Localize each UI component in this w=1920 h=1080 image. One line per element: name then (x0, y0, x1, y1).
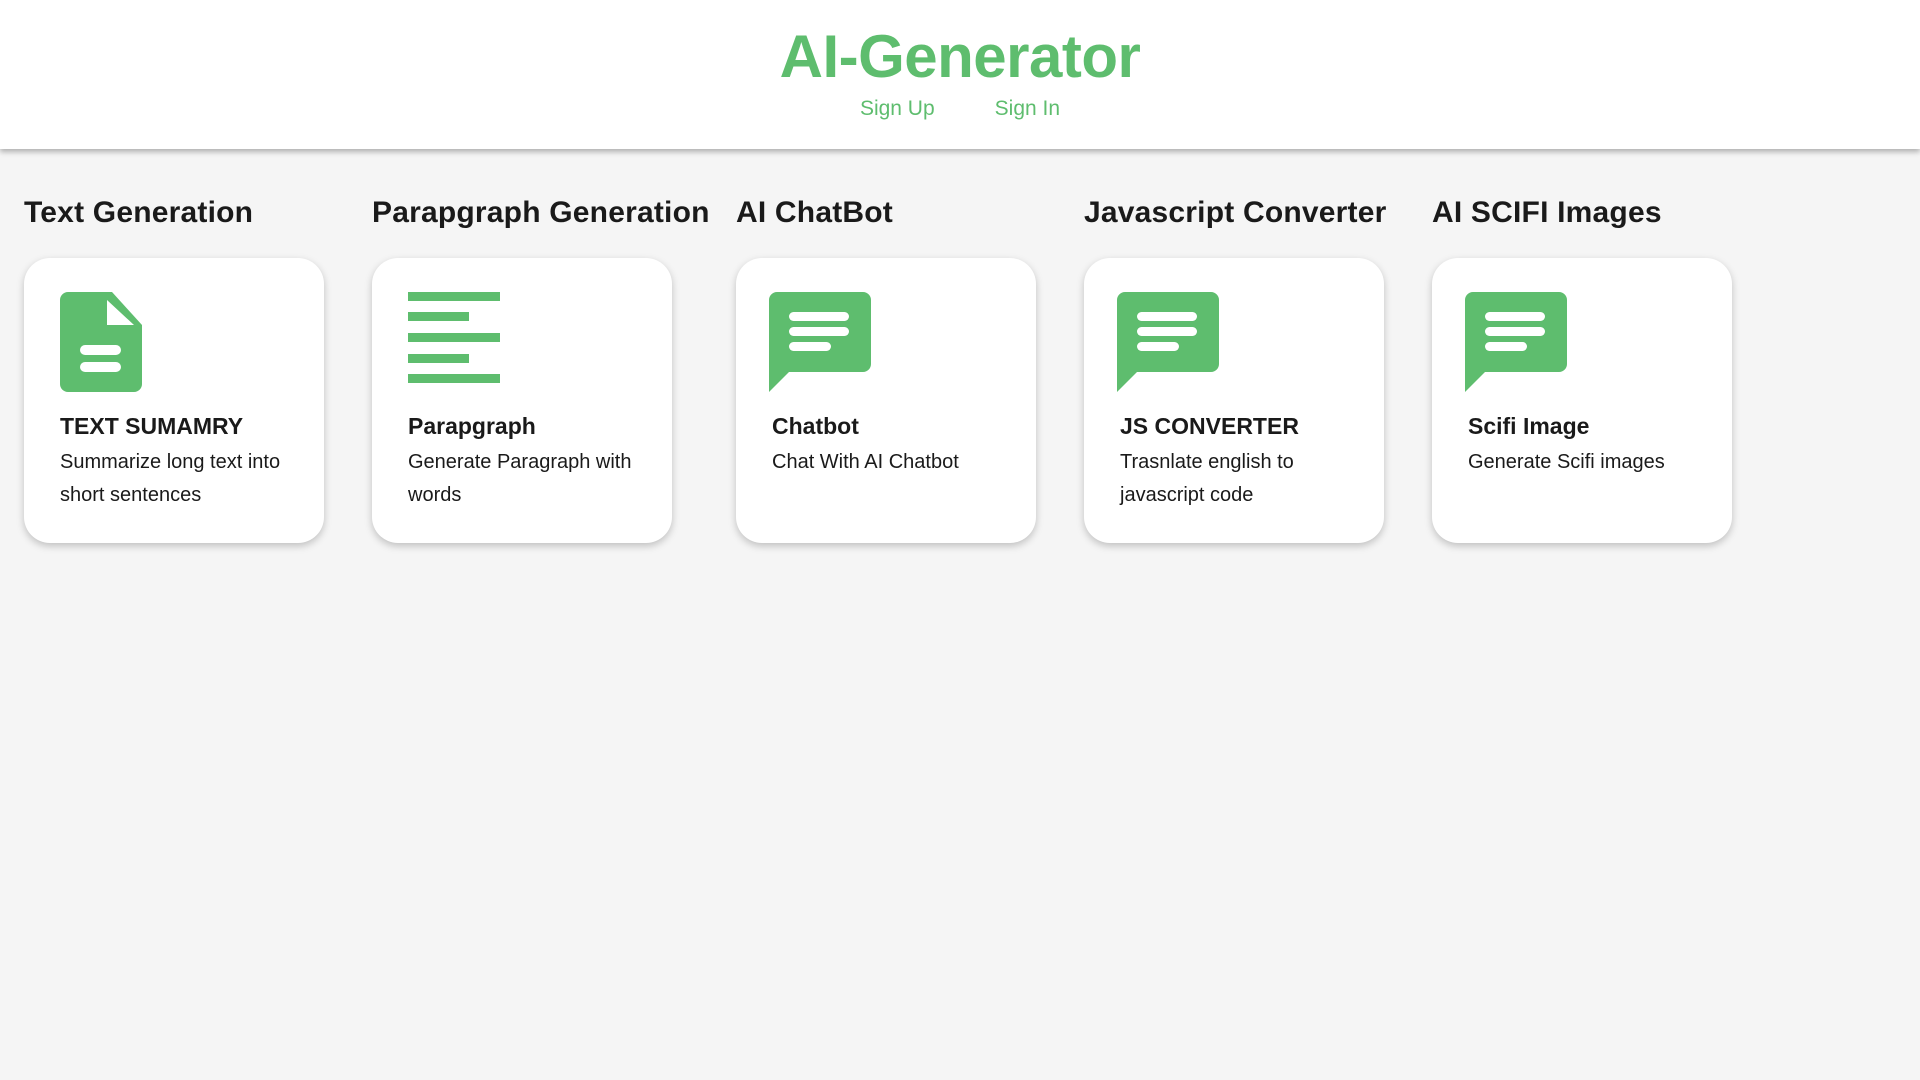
header-nav: Sign Up Sign In (0, 97, 1920, 121)
sign-in-link[interactable]: Sign In (995, 97, 1060, 121)
card-paragraph[interactable]: Parapgraph Generate Paragraph with words (372, 258, 672, 543)
card-title: JS CONVERTER (1120, 413, 1299, 439)
card-description: Generate Paragraph with words (408, 451, 632, 506)
section-heading: AI ChatBot (736, 196, 893, 229)
sign-up-link[interactable]: Sign Up (860, 97, 935, 121)
chat-bubble-icon (1465, 292, 1567, 397)
card-description: Trasnlate english to javascript code (1120, 451, 1294, 506)
section-ai-chatbot: AI ChatBot Chatbot Chat With AI Chatbot (736, 196, 1036, 543)
section-text-generation: Text Generation TEXT SUMAMRY Summarize l… (24, 196, 324, 543)
section-heading: AI SCIFI Images (1432, 196, 1662, 229)
card-js-converter[interactable]: JS CONVERTER Trasnlate english to javasc… (1084, 258, 1384, 543)
document-icon (60, 292, 142, 397)
card-title: TEXT SUMAMRY (60, 413, 244, 439)
chat-bubble-icon (1117, 292, 1219, 397)
card-description: Summarize long text into short sentences (60, 451, 281, 506)
card-title: Chatbot (772, 413, 859, 439)
section-paragraph-generation: Parapgraph Generation Parapgraph Generat… (372, 196, 710, 543)
card-title: Scifi Image (1468, 413, 1590, 439)
app-header: AI-Generator Sign Up Sign In (0, 0, 1920, 149)
app-title: AI-Generator (779, 23, 1141, 90)
card-scifi-image[interactable]: Scifi Image Generate Scifi images (1432, 258, 1732, 543)
paragraph-lines-icon (408, 292, 500, 391)
card-chatbot[interactable]: Chatbot Chat With AI Chatbot (736, 258, 1036, 543)
section-ai-scifi-images: AI SCIFI Images Scifi Image Generate Sci… (1432, 196, 1732, 543)
section-javascript-converter: Javascript Converter JS CONVERTER Trasnl… (1084, 196, 1387, 543)
chat-bubble-icon (769, 292, 871, 397)
card-title: Parapgraph (408, 413, 536, 439)
section-heading: Text Generation (24, 196, 254, 229)
section-heading: Javascript Converter (1084, 196, 1387, 229)
card-text-summary[interactable]: TEXT SUMAMRY Summarize long text into sh… (24, 258, 324, 543)
card-description: Generate Scifi images (1468, 451, 1665, 473)
card-description: Chat With AI Chatbot (772, 451, 959, 473)
section-heading: Parapgraph Generation (372, 196, 710, 229)
